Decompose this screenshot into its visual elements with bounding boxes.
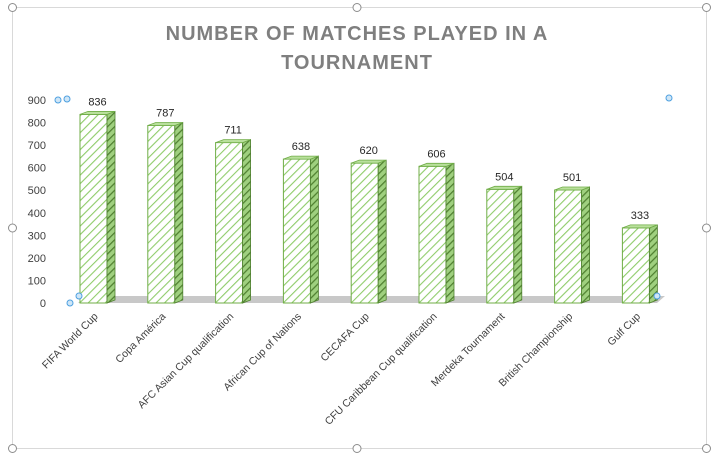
bar-side-face [106, 110, 116, 304]
plot-handle-top-right [665, 94, 673, 102]
data-label: 836 [88, 96, 106, 108]
bar-side-face [174, 121, 184, 304]
resize-handle-bottom-left [8, 444, 17, 453]
bar[interactable]: 606 [418, 148, 455, 304]
y-tick-label: 700 [28, 140, 46, 152]
bar[interactable]: 787 [147, 107, 184, 304]
y-tick-label: 800 [28, 118, 46, 130]
chart-area[interactable]: NUMBER OF MATCHES PLAYED IN A TOURNAMENT… [0, 0, 714, 458]
bar-side-face [649, 224, 658, 304]
y-tick-label: 300 [28, 230, 46, 242]
bar-side-face [377, 159, 387, 304]
bar-front-face[interactable] [418, 165, 447, 304]
data-label: 606 [427, 148, 445, 160]
bar-front-face[interactable] [147, 124, 176, 304]
chart-title-line-2: TOURNAMENT [281, 52, 433, 74]
plot-handle-bottom-right [653, 292, 661, 300]
y-tick-label: 200 [28, 253, 46, 265]
bar-side-face [581, 186, 590, 304]
bar-front-face[interactable] [621, 227, 650, 304]
resize-handle-top-center [352, 3, 362, 12]
bar[interactable]: 836 [79, 96, 116, 304]
bar-side-face [513, 185, 523, 304]
data-label: 504 [495, 171, 513, 183]
plot-handle-bottom-left-a [75, 292, 83, 300]
resize-handle-bottom-center [352, 444, 362, 453]
plot-handle-bottom-left-b [66, 299, 74, 307]
y-tick-label: 500 [28, 185, 46, 197]
y-tick-label: 400 [28, 208, 46, 220]
bar[interactable]: 711 [215, 125, 252, 304]
plot-handle-top-left-b [63, 95, 71, 103]
bar-front-face[interactable] [215, 142, 244, 304]
bar-front-face[interactable] [554, 189, 583, 304]
resize-handle-top-left [8, 3, 17, 12]
data-label: 333 [631, 210, 649, 222]
bar[interactable]: 638 [282, 141, 319, 304]
bar-front-face[interactable] [486, 188, 515, 304]
data-label: 501 [563, 172, 581, 184]
bar[interactable]: 504 [486, 171, 523, 304]
bar-front-face[interactable] [282, 158, 311, 304]
plot-handle-top-left-a [54, 96, 62, 104]
resize-handle-middle-right [702, 223, 711, 233]
resize-handle-bottom-right [702, 444, 711, 453]
y-tick-label: 100 [28, 275, 46, 287]
bar[interactable]: 501 [554, 172, 590, 304]
data-label: 711 [224, 125, 242, 137]
bar-front-face[interactable] [79, 113, 108, 304]
y-tick-label: 900 [28, 95, 46, 107]
bar-side-face [242, 139, 252, 304]
bar-side-face [445, 162, 455, 304]
data-label: 787 [156, 107, 174, 119]
resize-handle-middle-left [8, 223, 17, 233]
bar[interactable]: 620 [350, 145, 387, 304]
data-label: 638 [292, 141, 310, 153]
data-label: 620 [360, 145, 378, 157]
y-tick-label: 0 [40, 298, 46, 310]
chart-title-line-1: NUMBER OF MATCHES PLAYED IN A [166, 23, 549, 45]
resize-handle-top-right [702, 3, 711, 12]
bar-side-face [309, 155, 319, 304]
y-tick-label: 600 [28, 163, 46, 175]
bar-front-face[interactable] [350, 162, 379, 304]
